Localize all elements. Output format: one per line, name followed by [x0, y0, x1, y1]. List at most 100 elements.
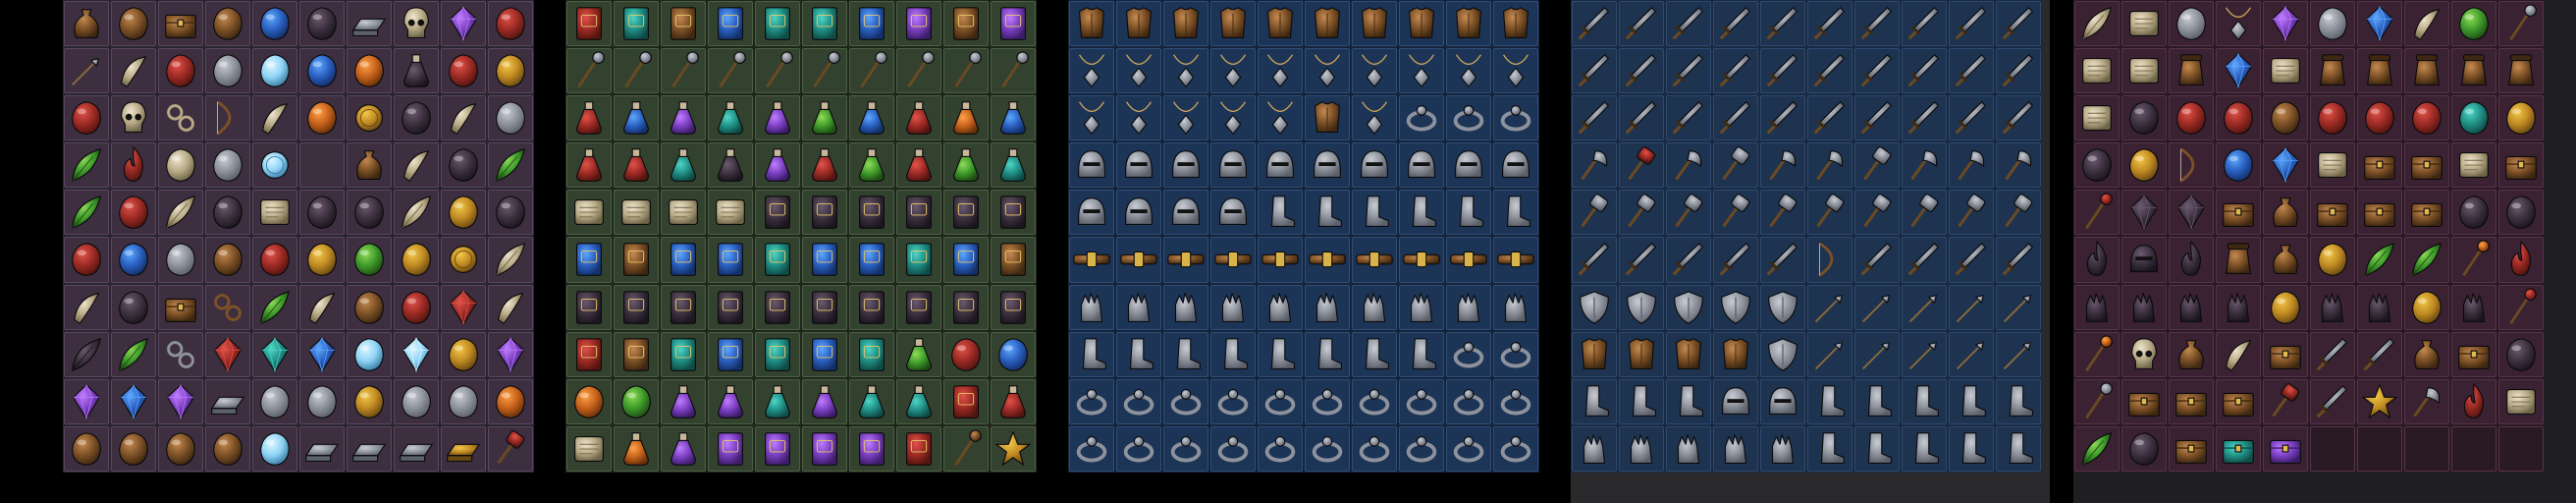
inventory-slot-navy-tome[interactable]	[802, 331, 847, 377]
inventory-slot-staff[interactable]	[661, 48, 706, 94]
inventory-slot-tome[interactable]	[802, 190, 847, 236]
inventory-slot-gauntlet[interactable]	[1258, 284, 1303, 330]
inventory-slot-greaves[interactable]	[1807, 378, 1852, 424]
inventory-slot-bread[interactable]	[2263, 95, 2308, 141]
inventory-slot-boot[interactable]	[1163, 331, 1208, 377]
inventory-slot-feather[interactable]	[158, 190, 203, 236]
inventory-slot-fruit[interactable]	[2451, 1, 2496, 47]
inventory-slot-boot[interactable]	[1902, 425, 1947, 472]
inventory-slot-horn[interactable]	[2216, 331, 2261, 377]
inventory-slot-helmet[interactable]	[1163, 142, 1208, 189]
inventory-slot-spellbook[interactable]	[991, 190, 1036, 236]
inventory-slot-ring[interactable]	[1399, 95, 1444, 141]
inventory-slot-boot[interactable]	[1996, 425, 2041, 472]
inventory-slot-fire[interactable]	[2498, 237, 2544, 283]
inventory-slot-gauntlet[interactable]	[1399, 284, 1444, 330]
inventory-slot-purple-potion[interactable]	[661, 425, 706, 472]
inventory-slot-purple-tome[interactable]	[991, 1, 1036, 47]
inventory-slot-coal[interactable]	[394, 378, 439, 424]
inventory-slot-ring[interactable]	[1352, 378, 1397, 424]
inventory-slot-gift[interactable]	[2074, 142, 2120, 189]
inventory-slot-chest[interactable]	[2216, 190, 2261, 236]
inventory-slot-ring[interactable]	[1163, 425, 1208, 472]
inventory-slot-box[interactable]	[2263, 331, 2308, 377]
inventory-slot-dagger[interactable]	[1949, 1, 1994, 47]
inventory-slot-mace[interactable]	[1902, 190, 1947, 236]
inventory-slot-greaves[interactable]	[1619, 378, 1664, 424]
inventory-slot-pile[interactable]	[347, 190, 392, 236]
inventory-slot-cloak[interactable]	[1619, 331, 1664, 377]
inventory-slot-red-orb[interactable]	[943, 331, 989, 377]
inventory-slot-brown-ball[interactable]	[64, 425, 109, 472]
inventory-slot-parchment[interactable]	[2310, 142, 2355, 189]
inventory-slot-brown-rod[interactable]	[943, 425, 989, 472]
inventory-slot-raw-steak[interactable]	[158, 48, 203, 94]
inventory-slot-amulet[interactable]	[1305, 48, 1350, 94]
inventory-slot-crystal-cluster[interactable]	[441, 1, 486, 47]
inventory-slot-staff[interactable]	[755, 48, 800, 94]
inventory-slot-axe[interactable]	[1902, 142, 1947, 189]
inventory-slot-axe[interactable]	[2404, 378, 2449, 424]
inventory-slot-teal-tome[interactable]	[755, 331, 800, 377]
inventory-slot-green-tome[interactable]	[755, 1, 800, 47]
inventory-slot-jar[interactable]	[2357, 48, 2402, 94]
inventory-slot-meat[interactable]	[2216, 95, 2261, 141]
inventory-slot-blue-potion[interactable]	[614, 95, 659, 141]
inventory-slot-ham[interactable]	[441, 48, 486, 94]
inventory-slot-sword[interactable]	[2310, 378, 2355, 424]
inventory-slot-jar[interactable]	[2451, 48, 2496, 94]
inventory-slot-scimitar[interactable]	[1854, 237, 1900, 283]
inventory-slot-ring[interactable]	[1258, 425, 1303, 472]
inventory-slot-purple-tome[interactable]	[896, 1, 941, 47]
inventory-slot-shield[interactable]	[1619, 284, 1664, 330]
inventory-slot-scepter[interactable]	[849, 48, 894, 94]
inventory-slot-empty[interactable]	[2451, 425, 2496, 472]
inventory-slot-arrow[interactable]	[1996, 331, 2041, 377]
inventory-slot-ring[interactable]	[1446, 95, 1491, 141]
inventory-slot-ruby-ore[interactable]	[441, 284, 486, 330]
inventory-slot-branch[interactable]	[441, 142, 486, 189]
inventory-slot-boot[interactable]	[1305, 190, 1350, 236]
inventory-slot-pouch[interactable]	[64, 1, 109, 47]
inventory-slot-arrow[interactable]	[64, 48, 109, 94]
inventory-slot-boot[interactable]	[1210, 331, 1256, 377]
inventory-slot-sword[interactable]	[1949, 95, 1994, 141]
inventory-slot-sword[interactable]	[2357, 331, 2402, 377]
inventory-slot-salt[interactable]	[252, 48, 297, 94]
inventory-slot-pouch[interactable]	[2169, 331, 2214, 377]
inventory-slot-red-potion[interactable]	[566, 95, 612, 141]
inventory-slot-mace[interactable]	[1666, 190, 1711, 236]
inventory-slot-sword[interactable]	[1996, 48, 2041, 94]
inventory-slot-ore-lump[interactable]	[205, 142, 250, 189]
inventory-slot-shield[interactable]	[1760, 284, 1805, 330]
inventory-slot-letter[interactable]	[566, 190, 612, 236]
inventory-slot-green-tome[interactable]	[802, 1, 847, 47]
inventory-slot-pumpkin[interactable]	[347, 48, 392, 94]
inventory-slot-teal-chest[interactable]	[2216, 425, 2261, 472]
inventory-slot-star[interactable]	[2357, 378, 2402, 424]
inventory-slot-jar[interactable]	[2498, 48, 2544, 94]
inventory-slot-leaf[interactable]	[64, 190, 109, 236]
inventory-slot-teal-tome[interactable]	[661, 331, 706, 377]
inventory-slot-helmet[interactable]	[1258, 142, 1303, 189]
inventory-slot-gauntlet[interactable]	[1666, 425, 1711, 472]
inventory-slot-ring[interactable]	[1493, 378, 1538, 424]
inventory-slot-amulet[interactable]	[1069, 48, 1114, 94]
inventory-slot-belt[interactable]	[1210, 237, 1256, 283]
inventory-slot-ring[interactable]	[1116, 425, 1161, 472]
inventory-slot-mask[interactable]	[2121, 237, 2167, 283]
inventory-slot-shield[interactable]	[1713, 284, 1758, 330]
inventory-slot-axe[interactable]	[1666, 142, 1711, 189]
inventory-slot-tome[interactable]	[943, 284, 989, 330]
inventory-slot-boot[interactable]	[1807, 425, 1852, 472]
inventory-slot-ring[interactable]	[1305, 378, 1350, 424]
inventory-slot-ring[interactable]	[1493, 425, 1538, 472]
inventory-slot-cloak[interactable]	[1713, 331, 1758, 377]
inventory-slot-empty[interactable]	[2357, 425, 2402, 472]
inventory-slot-mace[interactable]	[1807, 190, 1852, 236]
inventory-slot-mace[interactable]	[1572, 190, 1617, 236]
inventory-slot-box[interactable]	[2216, 378, 2261, 424]
inventory-slot-star[interactable]	[991, 425, 1036, 472]
inventory-slot-silver-coin[interactable]	[252, 142, 297, 189]
inventory-slot-leaf[interactable]	[2404, 237, 2449, 283]
